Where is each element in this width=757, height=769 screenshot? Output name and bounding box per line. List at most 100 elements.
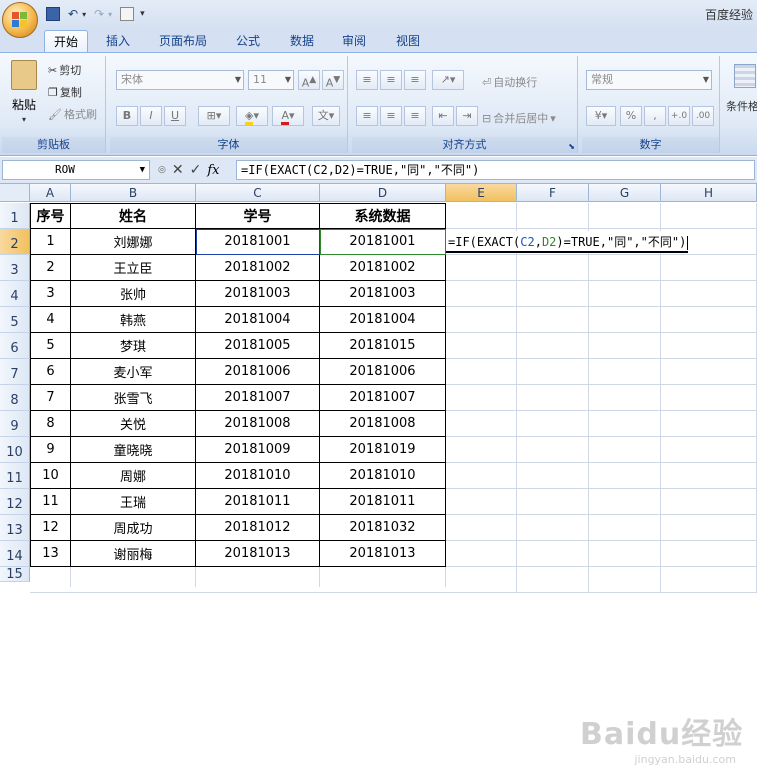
table-cell[interactable]: 8: [30, 411, 71, 437]
decrease-decimal-button[interactable]: .00: [692, 106, 714, 126]
table-cell[interactable]: 20181010: [320, 463, 446, 489]
table-header-cell[interactable]: 序号: [30, 203, 71, 229]
table-cell[interactable]: 20181006: [320, 359, 446, 385]
tab-review[interactable]: 审阅: [334, 30, 374, 52]
currency-button[interactable]: ¥▾: [586, 106, 616, 126]
table-cell[interactable]: 20181012: [196, 515, 320, 541]
undo-icon[interactable]: ↶: [68, 7, 78, 21]
number-format-combo[interactable]: 常规 ▼: [586, 70, 712, 90]
table-cell[interactable]: 刘娜娜: [71, 229, 196, 255]
dialog-launcher-icon[interactable]: ⬊: [568, 142, 575, 151]
table-cell[interactable]: 20181006: [196, 359, 320, 385]
row-header-11[interactable]: 11: [0, 463, 30, 489]
table-cell[interactable]: 20181032: [320, 515, 446, 541]
table-cell[interactable]: 20181004: [196, 307, 320, 333]
row-header-8[interactable]: 8: [0, 385, 30, 411]
font-color-button[interactable]: A▾: [272, 106, 304, 126]
row-header-10[interactable]: 10: [0, 437, 30, 463]
table-cell[interactable]: 6: [30, 359, 71, 385]
align-middle-button[interactable]: ≡: [380, 70, 402, 90]
table-header-cell[interactable]: 系统数据: [320, 203, 446, 229]
active-cell-editor[interactable]: =IF(EXACT(C2,D2)=TRUE,"同","不同"): [446, 231, 689, 253]
table-cell[interactable]: 7: [30, 385, 71, 411]
row-header-1[interactable]: 1: [0, 203, 30, 229]
row-header-4[interactable]: 4: [0, 281, 30, 307]
row-header-2[interactable]: 2: [0, 229, 30, 255]
table-cell[interactable]: 20181002: [320, 255, 446, 281]
row-header-14[interactable]: 14: [0, 541, 30, 567]
row-header-13[interactable]: 13: [0, 515, 30, 541]
formula-input[interactable]: =IF(EXACT(C2,D2)=TRUE,"同","不同"): [236, 160, 755, 180]
italic-button[interactable]: I: [140, 106, 162, 126]
table-header-cell[interactable]: 姓名: [71, 203, 196, 229]
column-header-c[interactable]: C: [196, 184, 320, 202]
insert-function-icon[interactable]: fx: [207, 163, 219, 178]
grow-font-button[interactable]: A▲: [298, 70, 320, 90]
cut-button[interactable]: ✂ 剪切: [48, 62, 81, 78]
table-cell[interactable]: 4: [30, 307, 71, 333]
table-cell[interactable]: 周成功: [71, 515, 196, 541]
paste-button[interactable]: 粘贴 ▾: [6, 60, 42, 130]
table-cell[interactable]: 12: [30, 515, 71, 541]
row-header-12[interactable]: 12: [0, 489, 30, 515]
table-cell[interactable]: 20181007: [196, 385, 320, 411]
table-cell[interactable]: 20181003: [196, 281, 320, 307]
table-header-cell[interactable]: 学号: [196, 203, 320, 229]
enter-icon[interactable]: ✓: [190, 162, 202, 178]
customize-qat-icon[interactable]: ▾: [140, 9, 145, 19]
column-header-g[interactable]: G: [589, 184, 661, 202]
row-header-9[interactable]: 9: [0, 411, 30, 437]
table-cell[interactable]: 谢丽梅: [71, 541, 196, 567]
column-header-a[interactable]: A: [30, 184, 71, 202]
table-cell[interactable]: 王瑞: [71, 489, 196, 515]
table-cell[interactable]: 20181003: [320, 281, 446, 307]
phonetic-button[interactable]: 文▾: [312, 106, 340, 126]
align-right-button[interactable]: ≡: [404, 106, 426, 126]
row-header-3[interactable]: 3: [0, 255, 30, 281]
table-cell[interactable]: 关悦: [71, 411, 196, 437]
bold-button[interactable]: B: [116, 106, 138, 126]
table-cell[interactable]: 5: [30, 333, 71, 359]
conditional-format-button[interactable]: 条件格: [726, 98, 757, 114]
table-cell[interactable]: 20181007: [320, 385, 446, 411]
table-cell[interactable]: 韩燕: [71, 307, 196, 333]
tab-home[interactable]: 开始: [44, 30, 88, 52]
tab-page-layout[interactable]: 页面布局: [152, 30, 214, 52]
column-header-b[interactable]: B: [71, 184, 196, 202]
table-cell[interactable]: 王立臣: [71, 255, 196, 281]
table-cell[interactable]: 20181009: [196, 437, 320, 463]
table-cell[interactable]: 20181010: [196, 463, 320, 489]
font-size-combo[interactable]: 11 ▼: [248, 70, 294, 90]
table-cell[interactable]: 20181013: [320, 541, 446, 567]
column-header-f[interactable]: F: [517, 184, 589, 202]
column-header-d[interactable]: D: [320, 184, 446, 202]
redo-dropdown-icon[interactable]: ▾: [108, 10, 112, 19]
column-header-h[interactable]: H: [661, 184, 757, 202]
tab-view[interactable]: 视图: [388, 30, 428, 52]
table-cell[interactable]: 20181008: [196, 411, 320, 437]
percent-button[interactable]: %: [620, 106, 642, 126]
table-cell[interactable]: 1: [30, 229, 71, 255]
increase-indent-button[interactable]: ⇥: [456, 106, 478, 126]
comma-button[interactable]: ,: [644, 106, 666, 126]
table-cell[interactable]: 张雪飞: [71, 385, 196, 411]
table-cell[interactable]: 20181011: [320, 489, 446, 515]
increase-decimal-button[interactable]: +.0: [668, 106, 690, 126]
print-preview-icon[interactable]: [120, 7, 135, 21]
name-box[interactable]: ROW ▼: [2, 160, 150, 180]
table-cell[interactable]: 20181015: [320, 333, 446, 359]
table-cell[interactable]: 童晓晓: [71, 437, 196, 463]
table-cell[interactable]: 13: [30, 541, 71, 567]
table-cell[interactable]: 20181002: [196, 255, 320, 281]
table-cell[interactable]: 20181005: [196, 333, 320, 359]
underline-button[interactable]: U: [164, 106, 186, 126]
table-cell[interactable]: 20181013: [196, 541, 320, 567]
wrap-text-button[interactable]: ⏎ 自动换行: [482, 74, 537, 90]
copy-button[interactable]: ❐ 复制: [48, 84, 82, 100]
table-cell[interactable]: 20181008: [320, 411, 446, 437]
fill-color-button[interactable]: ◈▾: [236, 106, 268, 126]
table-cell[interactable]: 梦琪: [71, 333, 196, 359]
decrease-indent-button[interactable]: ⇤: [432, 106, 454, 126]
row-header-7[interactable]: 7: [0, 359, 30, 385]
column-header-e[interactable]: E: [446, 184, 517, 202]
